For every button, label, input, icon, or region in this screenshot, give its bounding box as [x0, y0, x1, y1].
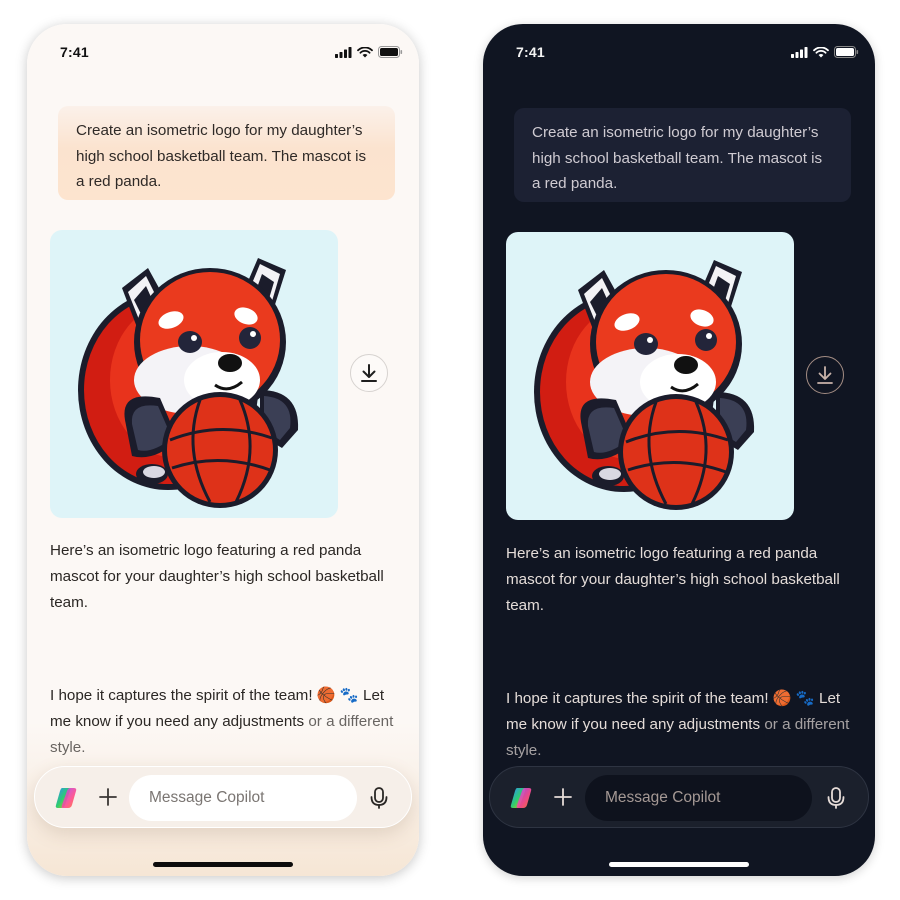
download-button[interactable] [806, 356, 844, 394]
cellular-signal-icon [335, 46, 352, 58]
message-composer [489, 766, 869, 828]
status-icons [335, 46, 403, 58]
download-icon [361, 364, 377, 382]
assistant-reply-paragraph: I hope it captures the spirit of the tea… [50, 683, 395, 761]
download-button[interactable] [350, 354, 388, 392]
wifi-icon [357, 46, 373, 57]
message-composer [34, 766, 412, 828]
assistant-reply-paragraph: Here’s an isometric logo featuring a red… [50, 542, 384, 611]
copilot-logo-icon[interactable] [509, 786, 533, 810]
status-time: 7:41 [60, 44, 89, 60]
voice-input-button[interactable] [824, 785, 848, 811]
status-icons [791, 46, 859, 58]
download-icon [817, 366, 833, 384]
red-panda-logo-image [534, 260, 755, 510]
assistant-reply-paragraph: I hope it captures the spirit of the tea… [506, 686, 851, 764]
status-bar: 7:41 [516, 44, 859, 64]
red-panda-logo-image [78, 258, 299, 508]
message-input[interactable] [129, 775, 357, 821]
battery-icon [378, 46, 403, 58]
home-indicator[interactable] [609, 862, 749, 867]
phone-dark-theme: 7:41 Create an isometric logo for my dau… [483, 24, 875, 876]
user-message-bubble: Create an isometric logo for my daughter… [58, 106, 395, 200]
generated-image[interactable] [506, 232, 794, 520]
copilot-logo-icon[interactable] [54, 786, 78, 810]
wifi-icon [813, 46, 829, 57]
plus-icon [554, 788, 572, 806]
add-attachment-button[interactable] [550, 784, 576, 810]
status-time: 7:41 [516, 44, 545, 60]
voice-input-button[interactable] [367, 785, 391, 811]
cellular-signal-icon [791, 46, 808, 58]
phone-light-theme: 7:41 Create an isometric logo for my dau… [27, 24, 419, 876]
plus-icon [99, 788, 117, 806]
home-indicator[interactable] [153, 862, 293, 867]
assistant-reply-paragraph: Here’s an isometric logo featuring a red… [506, 545, 840, 614]
add-attachment-button[interactable] [95, 784, 121, 810]
battery-icon [834, 46, 859, 58]
user-message-bubble: Create an isometric logo for my daughter… [514, 108, 851, 202]
microphone-icon [370, 787, 388, 809]
message-input[interactable] [585, 775, 812, 821]
status-bar: 7:41 [60, 44, 403, 64]
generated-image[interactable] [50, 230, 338, 518]
microphone-icon [827, 787, 845, 809]
